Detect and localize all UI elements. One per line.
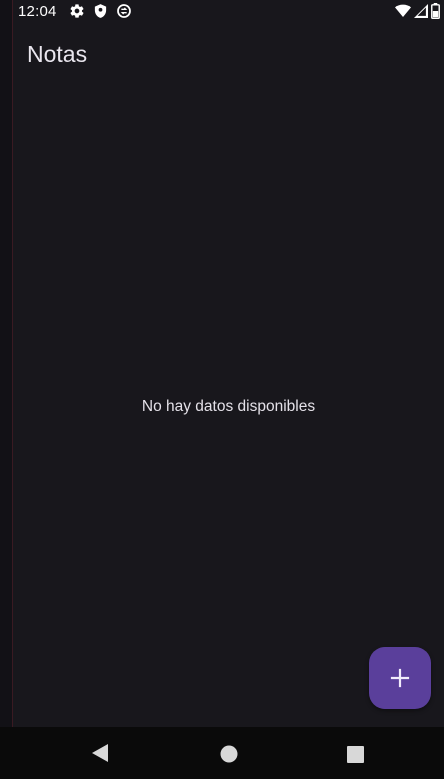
status-time: 12:04 bbox=[18, 3, 57, 20]
status-icons-left bbox=[69, 3, 132, 19]
empty-state-message: No hay datos disponibles bbox=[141, 398, 316, 415]
system-nav-bar bbox=[0, 727, 444, 779]
battery-icon bbox=[431, 3, 440, 19]
shield-icon bbox=[93, 3, 108, 19]
status-bar: 12:04 bbox=[0, 0, 444, 24]
back-icon[interactable] bbox=[91, 743, 109, 763]
settings-icon bbox=[69, 3, 85, 19]
app-screen: 12:04 Notas No hay datos disponibles bbox=[0, 0, 444, 779]
sync-icon bbox=[116, 3, 132, 19]
status-icons-right bbox=[395, 3, 440, 19]
home-icon[interactable] bbox=[220, 745, 238, 763]
add-note-button[interactable] bbox=[369, 647, 431, 709]
recents-icon[interactable] bbox=[347, 746, 364, 763]
wifi-icon bbox=[395, 4, 411, 18]
cell-signal-icon bbox=[414, 4, 428, 18]
plus-icon bbox=[390, 668, 410, 688]
page-title: Notas bbox=[27, 41, 88, 67]
left-edge-strip bbox=[0, 0, 13, 727]
